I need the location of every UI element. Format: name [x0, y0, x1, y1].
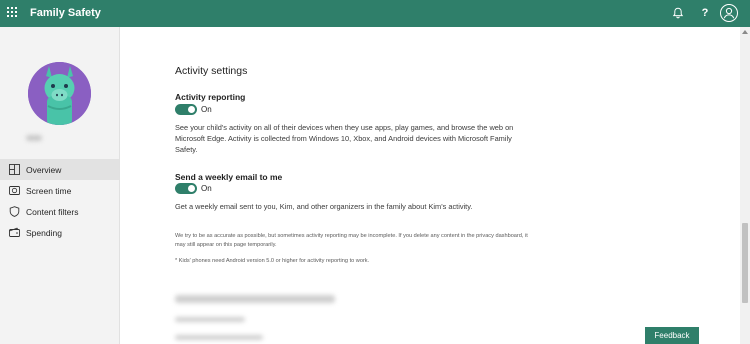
sidebar: Overview Screen time Content filters Spe…	[0, 27, 120, 344]
scroll-up-arrow-icon[interactable]	[742, 30, 748, 34]
wallet-icon	[8, 227, 20, 239]
apps-grid-icon[interactable]	[7, 7, 19, 19]
feedback-button[interactable]: Feedback	[645, 327, 699, 344]
blurred-help-heading	[175, 295, 335, 303]
weekly-email-toggle[interactable]	[175, 183, 197, 194]
sidebar-nav: Overview Screen time Content filters Spe…	[0, 159, 119, 243]
avatar	[28, 62, 91, 125]
overview-icon	[8, 164, 20, 176]
top-bar: Family Safety ?	[0, 0, 750, 27]
main-content: Activity settings Activity reporting On …	[121, 27, 740, 344]
weekly-email-description: Get a weekly email sent to you, Kim, and…	[175, 202, 473, 211]
activity-reporting-label: Activity reporting	[175, 92, 246, 102]
blurred-child-name	[26, 135, 42, 141]
page-title: Activity settings	[175, 65, 248, 77]
sidebar-item-label: Screen time	[26, 185, 72, 196]
accuracy-note: We try to be as accurate as possible, bu…	[175, 233, 528, 248]
weekly-email-state: On	[201, 184, 212, 193]
llama-avatar-icon	[28, 62, 91, 125]
sidebar-item-content-filters[interactable]: Content filters	[0, 201, 119, 222]
activity-reporting-toggle[interactable]	[175, 104, 197, 115]
bell-icon[interactable]	[671, 6, 685, 20]
activity-reporting-state: On	[201, 105, 212, 114]
sidebar-item-label: Overview	[26, 164, 62, 175]
sidebar-item-screen-time[interactable]: Screen time	[0, 180, 119, 201]
activity-reporting-description: See your child's activity on all of thei…	[175, 123, 514, 154]
sidebar-item-overview[interactable]: Overview	[0, 159, 119, 180]
sidebar-item-label: Content filters	[26, 206, 79, 217]
blurred-help-link	[175, 335, 263, 340]
app-title: Family Safety	[30, 7, 101, 19]
help-icon[interactable]: ?	[698, 6, 712, 20]
account-icon[interactable]	[720, 4, 738, 22]
android-note: * Kids' phones need Android version 5.0 …	[175, 258, 370, 264]
weekly-email-label: Send a weekly email to me	[175, 172, 283, 182]
scrollbar-thumb[interactable]	[742, 223, 748, 303]
shield-icon	[8, 206, 20, 218]
blurred-help-link	[175, 317, 245, 322]
clock-icon	[8, 185, 20, 197]
sidebar-item-label: Spending	[26, 227, 62, 238]
scrollbar[interactable]	[740, 27, 750, 344]
sidebar-item-spending[interactable]: Spending	[0, 222, 119, 243]
